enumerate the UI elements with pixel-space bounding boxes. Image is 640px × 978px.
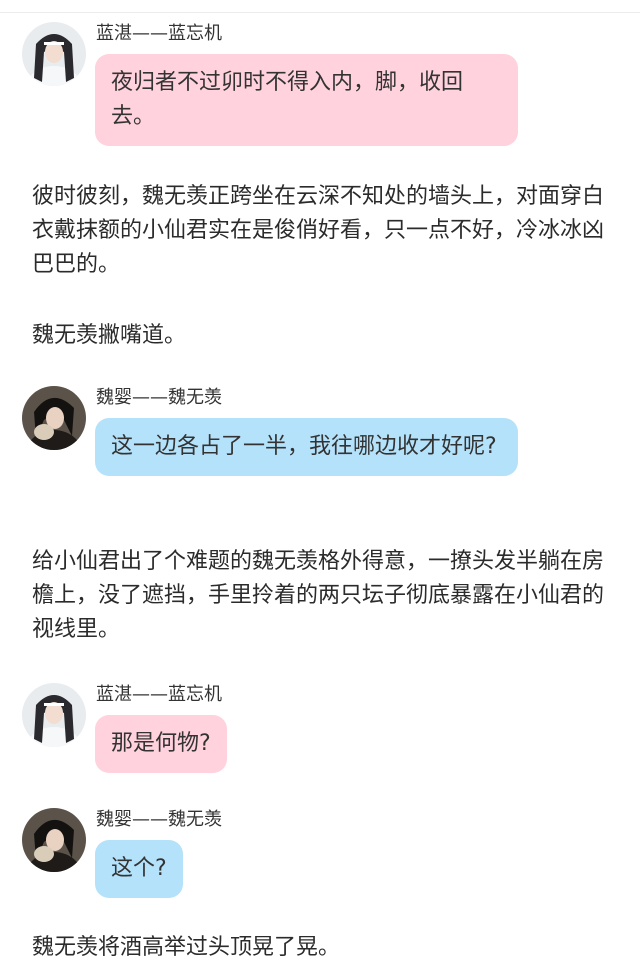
- speaker-name: 魏婴——魏无羡: [96, 809, 222, 830]
- speaker-name: 蓝湛——蓝忘机: [96, 684, 222, 705]
- message-bubble[interactable]: 这个?: [95, 840, 183, 898]
- wei-wuxian-avatar-icon[interactable]: [22, 808, 86, 872]
- narration-text: 魏无羡将酒高举过头顶晃了晃。: [32, 935, 341, 960]
- speaker-name: 魏婴——魏无羡: [96, 387, 222, 408]
- top-divider: [0, 12, 640, 13]
- message-bubble[interactable]: 那是何物?: [95, 715, 227, 773]
- narration-text: 彼时彼刻，魏无羡正跨坐在云深不知处的墙头上，对面穿白衣戴抹额的小仙君实在是俊俏好…: [32, 184, 605, 277]
- message-bubble[interactable]: 夜归者不过卯时不得入内，脚，收回去。: [95, 54, 518, 146]
- speaker-name: 蓝湛——蓝忘机: [96, 23, 222, 44]
- lan-wangji-avatar-icon[interactable]: [22, 22, 86, 86]
- wei-wuxian-avatar-icon[interactable]: [22, 386, 86, 450]
- narration-text: 魏无羡撇嘴道。: [32, 323, 187, 348]
- lan-wangji-avatar-icon[interactable]: [22, 683, 86, 747]
- narration-text: 给小仙君出了个难题的魏无羡格外得意，一撩头发半躺在房檐上，没了遮挡，手里拎着的两…: [32, 549, 605, 642]
- chat-story-page: 蓝湛——蓝忘机 夜归者不过卯时不得入内，脚，收回去。 彼时彼刻，魏无羡正跨坐在云…: [0, 0, 640, 978]
- message-bubble[interactable]: 这一边各占了一半，我往哪边收才好呢?: [95, 418, 518, 476]
